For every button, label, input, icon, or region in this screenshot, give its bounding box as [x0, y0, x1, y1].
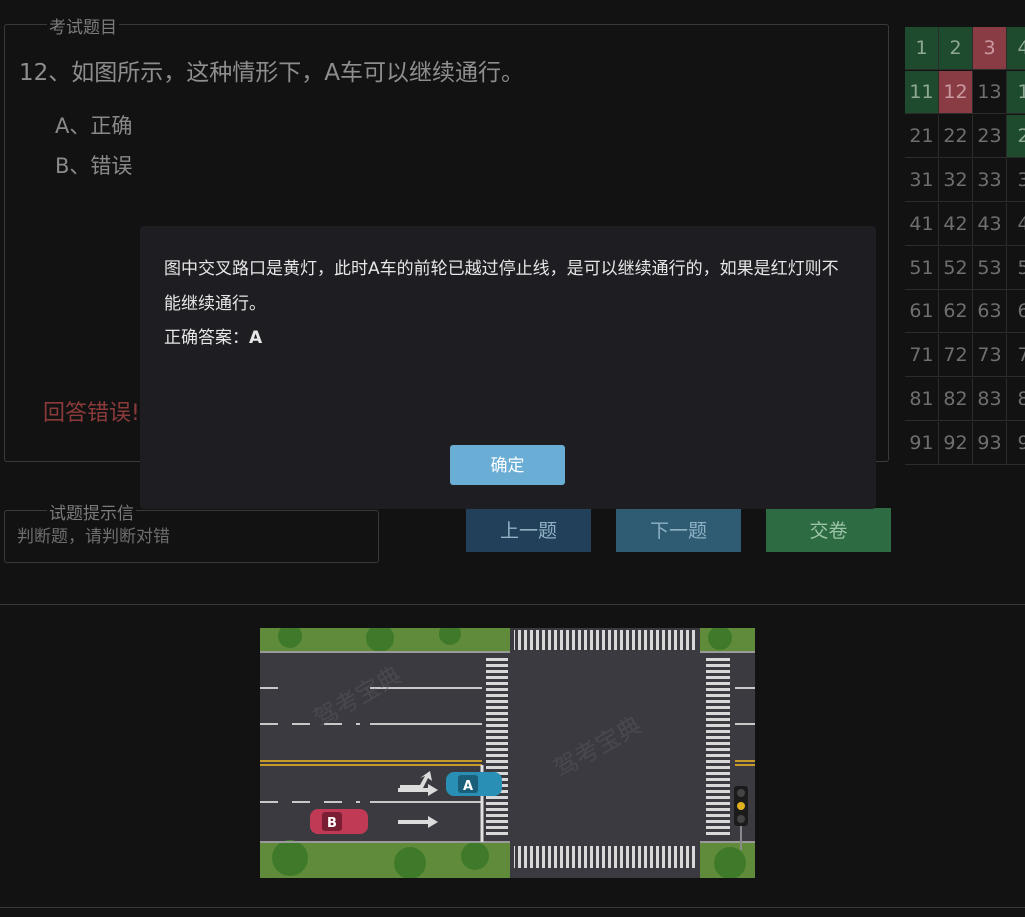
- question-number-cell[interactable]: 81: [905, 378, 939, 421]
- crosswalk-bottom: [514, 846, 698, 868]
- correct-answer-value: A: [249, 328, 263, 348]
- question-number-cell[interactable]: 91: [905, 422, 939, 465]
- question-number-cell[interactable]: 92: [939, 422, 973, 465]
- question-number-cell[interactable]: 53: [973, 247, 1007, 290]
- question-number-cell[interactable]: 7: [1007, 334, 1025, 377]
- answer-result: 回答错误!: [43, 401, 140, 426]
- divider: [0, 604, 1025, 605]
- question-number-cell[interactable]: 11: [905, 71, 939, 114]
- car-b: B: [310, 809, 368, 834]
- question-number-cell[interactable]: 72: [939, 334, 973, 377]
- hint-legend: 试题提示信: [47, 499, 136, 524]
- car-b-label: B: [327, 816, 337, 831]
- car-a: A: [446, 772, 502, 796]
- question-number-cell[interactable]: 3: [1007, 159, 1025, 202]
- intersection-scene-image: A B 驾考宝典 驾考宝典: [260, 628, 755, 878]
- question-number-cell[interactable]: 1: [905, 27, 939, 70]
- question-number-cell[interactable]: 9: [1007, 422, 1025, 465]
- question-number-cell[interactable]: 2: [1007, 115, 1025, 158]
- question-number-cell[interactable]: 61: [905, 290, 939, 333]
- question-number-cell[interactable]: 2: [939, 27, 973, 70]
- hint-panel: 试题提示信 判断题，请判断对错: [4, 499, 379, 563]
- question-number-cell[interactable]: 63: [973, 290, 1007, 333]
- hint-text: 判断题，请判断对错: [17, 527, 170, 547]
- question-number-cell[interactable]: 33: [973, 159, 1007, 202]
- question-number-cell[interactable]: 3: [973, 27, 1007, 70]
- divider: [0, 907, 1025, 908]
- crosswalk-top: [514, 630, 698, 650]
- question-number-cell[interactable]: 73: [973, 334, 1007, 377]
- question-title: 12、如图所示，这种情形下，A车可以继续通行。: [19, 60, 525, 86]
- question-number-cell[interactable]: 8: [1007, 378, 1025, 421]
- correct-answer: 正确答案：A: [164, 323, 262, 348]
- confirm-button[interactable]: 确定: [450, 445, 565, 485]
- explanation-dialog: 图中交叉路口是黄灯，此时A车的前轮已越过停止线，是可以继续通行的，如果是红灯则不…: [140, 226, 876, 509]
- question-number-cell[interactable]: 6: [1007, 290, 1025, 333]
- question-number-cell[interactable]: 62: [939, 290, 973, 333]
- question-number-cell[interactable]: 13: [973, 71, 1007, 114]
- question-number-cell[interactable]: 1: [1007, 71, 1025, 114]
- crosswalk-left: [486, 656, 508, 838]
- question-number-cell[interactable]: 71: [905, 334, 939, 377]
- correct-answer-label: 正确答案：: [164, 328, 249, 348]
- submit-exam-button[interactable]: 交卷: [766, 508, 891, 552]
- next-question-button[interactable]: 下一题: [616, 508, 741, 552]
- crosswalk-right: [706, 656, 730, 838]
- question-number-cell[interactable]: 83: [973, 378, 1007, 421]
- question-number-cell[interactable]: 5: [1007, 247, 1025, 290]
- question-number-cell[interactable]: 82: [939, 378, 973, 421]
- question-number-cell[interactable]: 31: [905, 159, 939, 202]
- question-number-cell[interactable]: 51: [905, 247, 939, 290]
- question-number-cell[interactable]: 12: [939, 71, 973, 114]
- question-number-cell[interactable]: 4: [1007, 27, 1025, 70]
- question-number-cell[interactable]: 41: [905, 203, 939, 246]
- question-number-cell[interactable]: 43: [973, 203, 1007, 246]
- option-b[interactable]: B、错误: [55, 150, 132, 180]
- question-legend: 考试题目: [47, 13, 119, 38]
- option-a[interactable]: A、正确: [55, 110, 132, 140]
- car-a-label: A: [463, 779, 473, 794]
- question-number-cell[interactable]: 93: [973, 422, 1007, 465]
- question-number-cell[interactable]: 42: [939, 203, 973, 246]
- question-number-cell[interactable]: 32: [939, 159, 973, 202]
- explanation-text: 图中交叉路口是黄灯，此时A车的前轮已越过停止线，是可以继续通行的，如果是红灯则不…: [164, 259, 839, 314]
- question-number-cell[interactable]: 52: [939, 247, 973, 290]
- prev-question-button[interactable]: 上一题: [466, 508, 591, 552]
- question-number-cell[interactable]: 22: [939, 115, 973, 158]
- question-number-cell[interactable]: 4: [1007, 203, 1025, 246]
- question-number-cell[interactable]: 23: [973, 115, 1007, 158]
- question-number-cell[interactable]: 21: [905, 115, 939, 158]
